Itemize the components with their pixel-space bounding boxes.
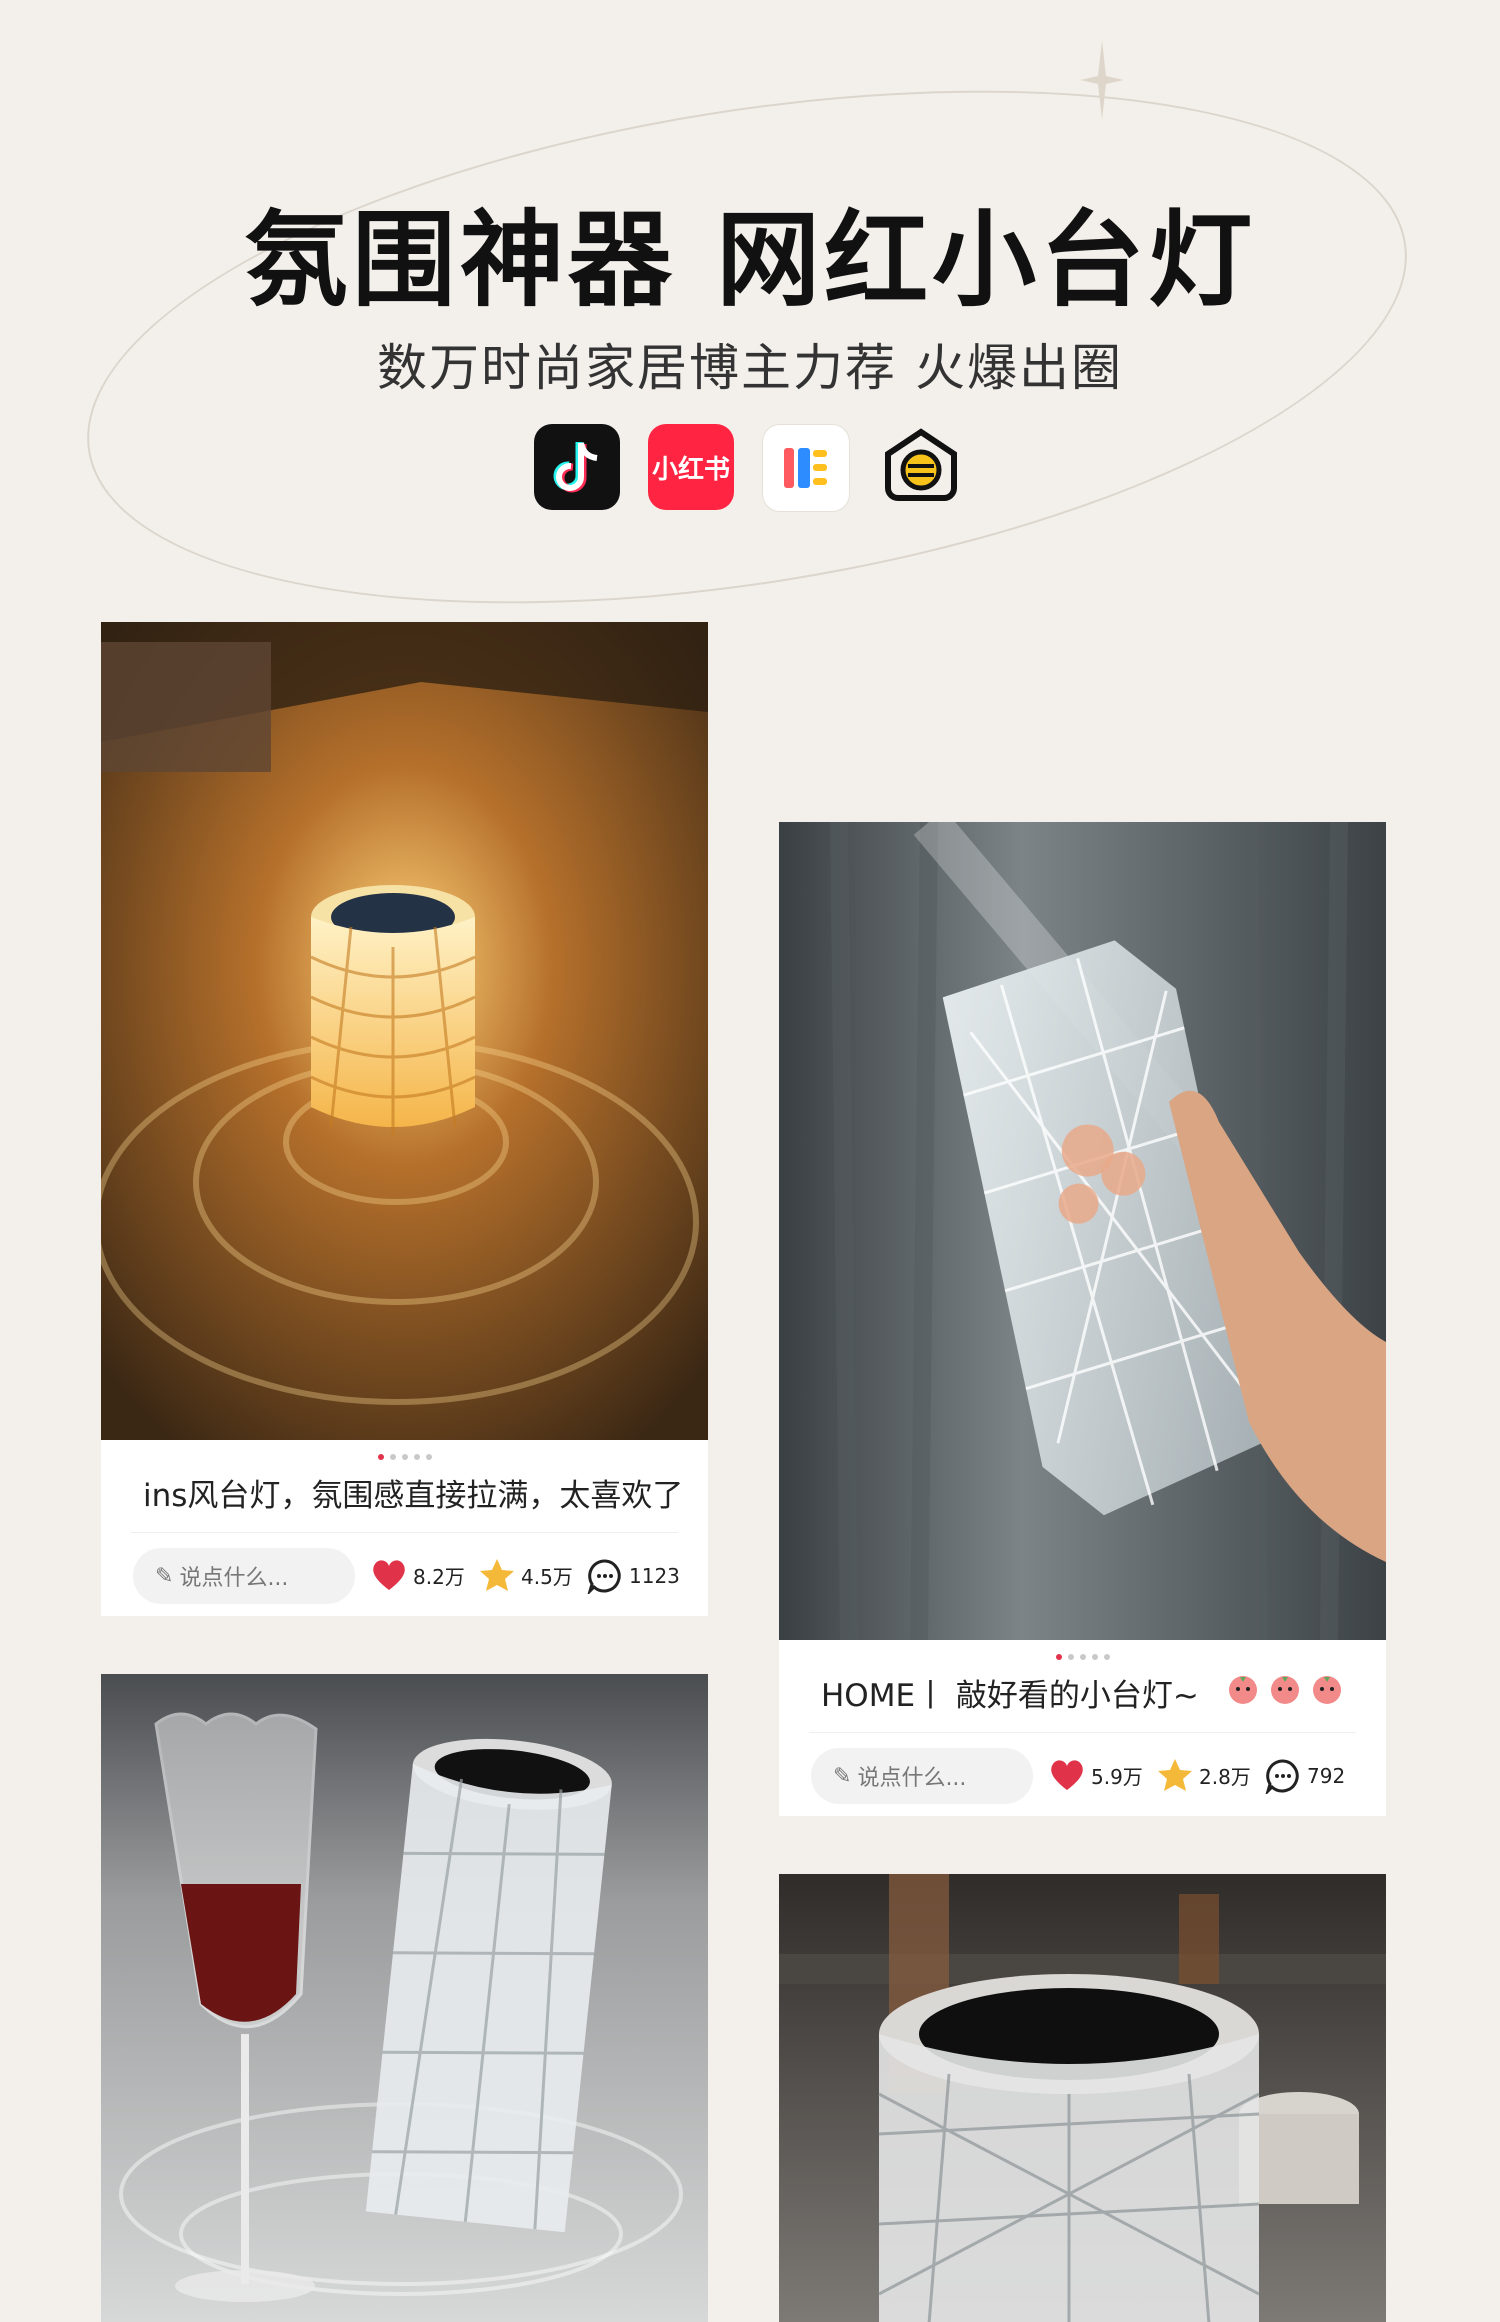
divider bbox=[131, 1532, 678, 1533]
post-caption-row: ins风台灯，氛围感直接拉满，太喜欢了 bbox=[101, 1440, 708, 1532]
post-photo-wine-glass-lamp bbox=[101, 1674, 708, 2322]
peach-emoji-icon bbox=[1271, 1676, 1299, 1704]
pencil-icon: ✎ bbox=[833, 1763, 852, 1789]
comment-count: 1123 bbox=[629, 1564, 680, 1588]
platform-icons: 小红书 bbox=[534, 424, 964, 512]
favorite-count: 2.8万 bbox=[1199, 1764, 1251, 1789]
peach-emoji-icon bbox=[1313, 1676, 1341, 1704]
like-stat[interactable]: 5.9万 bbox=[1049, 1758, 1143, 1792]
heart-icon bbox=[1051, 1760, 1083, 1790]
comment-stat[interactable]: 792 bbox=[1265, 1758, 1345, 1794]
heart-icon bbox=[373, 1560, 405, 1590]
favorite-stat[interactable]: 2.8万 bbox=[1157, 1758, 1251, 1792]
post-card[interactable] bbox=[779, 1874, 1386, 2322]
emoji-stickers bbox=[1225, 1670, 1345, 1706]
comment-placeholder: 说点什么... bbox=[857, 1766, 967, 1791]
post-photo-warm-lamp bbox=[101, 622, 708, 1440]
page-subtitle: 数万时尚家居博主力荐 火爆出圈 bbox=[377, 339, 1123, 397]
comment-stat[interactable]: 1123 bbox=[587, 1558, 680, 1594]
pencil-icon: ✎ bbox=[155, 1563, 174, 1589]
carousel-dots bbox=[101, 1454, 708, 1460]
post-caption-row: HOME丨 敲好看的小台灯~ bbox=[779, 1640, 1386, 1732]
favorite-count: 4.5万 bbox=[521, 1564, 573, 1589]
zhihu-icon[interactable] bbox=[878, 424, 964, 510]
comment-bubble-icon bbox=[1265, 1759, 1299, 1794]
carousel-dots bbox=[779, 1654, 1386, 1660]
post-card[interactable]: HOME丨 敲好看的小台灯~ ✎ 说点什么... 5.9万 2.8万 792 bbox=[779, 822, 1386, 1816]
post-card[interactable] bbox=[101, 1674, 708, 2322]
divider bbox=[809, 1732, 1356, 1733]
comment-count: 792 bbox=[1307, 1764, 1346, 1788]
star-icon bbox=[1158, 1759, 1192, 1791]
like-count: 8.2万 bbox=[413, 1564, 465, 1589]
post-caption: ins风台灯，氛围感直接拉满，太喜欢了 bbox=[143, 1478, 684, 1514]
post-caption: HOME丨 敲好看的小台灯~ bbox=[821, 1678, 1199, 1714]
douyin-icon[interactable] bbox=[534, 424, 620, 510]
post-photo-crystal-lamp bbox=[779, 822, 1386, 1640]
kuaishou-icon[interactable] bbox=[762, 424, 850, 512]
favorite-stat[interactable]: 4.5万 bbox=[479, 1558, 573, 1592]
star-icon bbox=[480, 1559, 514, 1591]
page-title: 氛围神器 网红小台灯 bbox=[243, 199, 1257, 321]
comment-placeholder: 说点什么... bbox=[179, 1566, 289, 1591]
like-stat[interactable]: 8.2万 bbox=[371, 1558, 465, 1592]
peach-emoji-icon bbox=[1229, 1676, 1257, 1704]
like-count: 5.9万 bbox=[1091, 1764, 1143, 1789]
comment-input[interactable]: ✎ 说点什么... bbox=[811, 1748, 1033, 1804]
sparkle-icon bbox=[1080, 40, 1124, 120]
comment-bubble-icon bbox=[587, 1559, 621, 1594]
promo-header: 氛围神器 网红小台灯 数万时尚家居博主力荐 火爆出圈 bbox=[0, 200, 1500, 398]
comment-input[interactable]: ✎ 说点什么... bbox=[133, 1548, 355, 1604]
xiaohongshu-icon[interactable]: 小红书 bbox=[648, 424, 734, 510]
xiaohongshu-logo-text: 小红书 bbox=[651, 454, 730, 485]
post-card[interactable]: ins风台灯，氛围感直接拉满，太喜欢了 ✎ 说点什么... 8.2万 4.5万 … bbox=[101, 622, 708, 1616]
post-photo-lamp-shelf bbox=[779, 1874, 1386, 2322]
